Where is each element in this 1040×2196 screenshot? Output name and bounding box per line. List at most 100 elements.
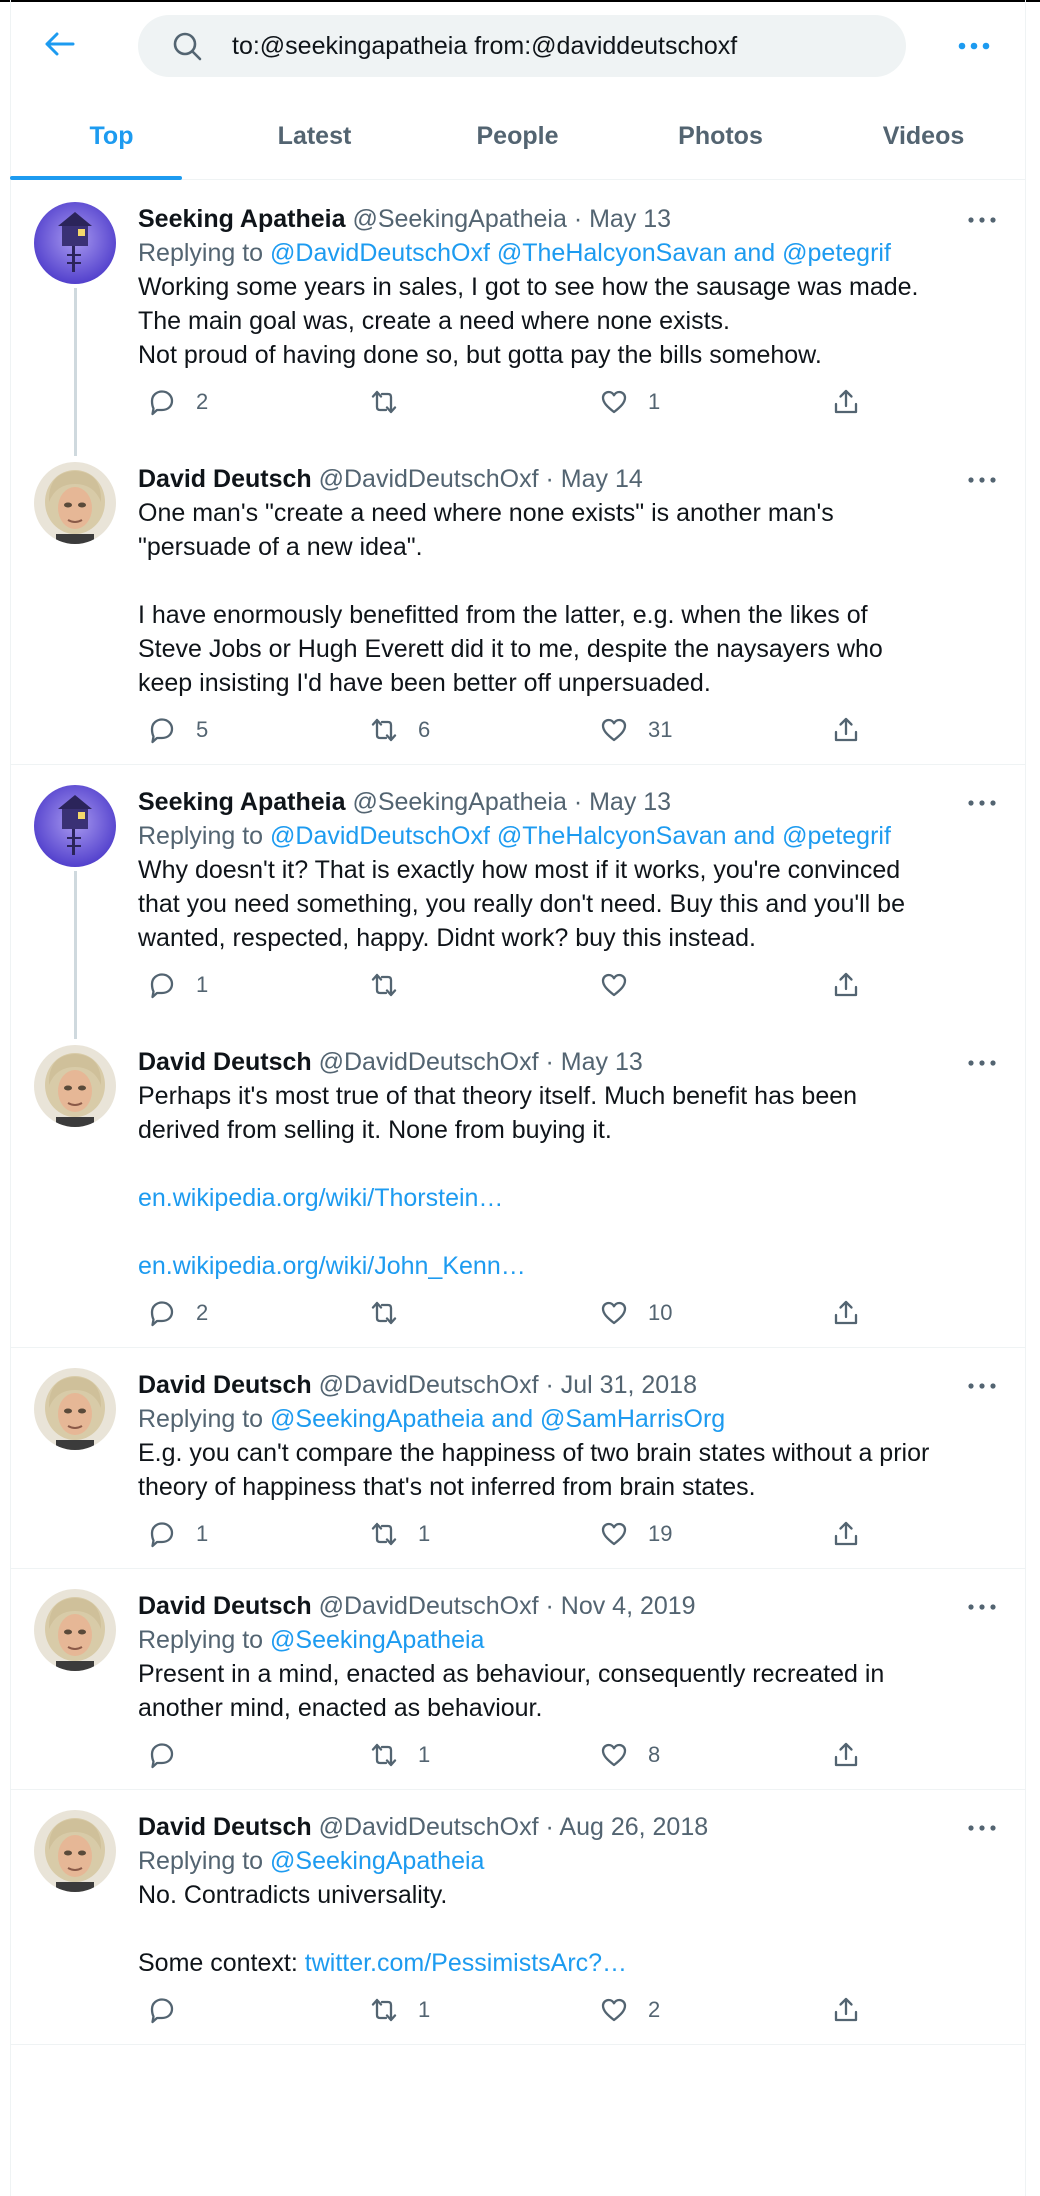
tweet-more-button[interactable] — [964, 791, 1000, 815]
tweet-more-button[interactable] — [964, 208, 1000, 232]
share-button[interactable] — [832, 710, 860, 750]
replying-to: Replying to @SeekingApatheia — [138, 1623, 986, 1657]
author-handle[interactable]: @SeekingApatheia — [352, 788, 566, 816]
like-button[interactable]: 8 — [600, 1735, 660, 1775]
back-button[interactable] — [40, 24, 80, 64]
retweet-button[interactable]: 1 — [370, 1735, 430, 1775]
share-button[interactable] — [832, 1293, 860, 1333]
tweet-text-line: No. Contradicts universality. — [138, 1881, 448, 1909]
author-handle[interactable]: @DavidDeutschOxf — [319, 1813, 539, 1841]
author-name[interactable]: Seeking Apatheia — [138, 205, 345, 233]
author-handle[interactable]: @DavidDeutschOxf — [319, 1048, 539, 1076]
reply-button[interactable]: 5 — [148, 710, 208, 750]
reply-button[interactable] — [148, 1735, 176, 1775]
heart-icon — [600, 1520, 628, 1548]
tweet-date[interactable]: May 13 — [589, 788, 671, 816]
thread-connector — [74, 871, 77, 1039]
tweet-actions: 12 — [138, 1990, 986, 2030]
share-button[interactable] — [832, 1990, 860, 2030]
retweet-icon — [370, 716, 398, 744]
replying-to-mentions[interactable]: @SeekingApatheia — [270, 1847, 484, 1875]
author-handle[interactable]: @DavidDeutschOxf — [319, 465, 539, 493]
tweet-text: Why doesn't it? That is exactly how most… — [138, 853, 986, 955]
author-name[interactable]: David Deutsch — [138, 465, 312, 493]
avatar[interactable] — [34, 462, 116, 544]
avatar[interactable] — [34, 1368, 116, 1450]
tweet-date[interactable]: May 13 — [561, 1048, 643, 1076]
avatar[interactable] — [34, 1810, 116, 1892]
more-options-button[interactable] — [952, 26, 996, 66]
tab-people[interactable]: People — [416, 104, 619, 179]
like-button[interactable]: 19 — [600, 1514, 672, 1554]
tweet-context: Some context: twitter.com/PessimistsArc?… — [138, 1946, 986, 1980]
tweet-more-button[interactable] — [964, 468, 1000, 492]
retweet-button[interactable] — [370, 1293, 398, 1333]
tweet-date[interactable]: Jul 31, 2018 — [561, 1371, 697, 1399]
tab-videos[interactable]: Videos — [822, 104, 1025, 179]
retweet-button[interactable] — [370, 382, 398, 422]
like-button[interactable]: 10 — [600, 1293, 672, 1333]
reply-button[interactable]: 2 — [148, 382, 208, 422]
share-button[interactable] — [832, 382, 860, 422]
tweet-date[interactable]: May 13 — [589, 205, 671, 233]
retweet-icon — [370, 1996, 398, 2024]
retweet-button[interactable]: 6 — [370, 710, 430, 750]
tab-top[interactable]: Top — [10, 104, 213, 180]
replying-to-mentions[interactable]: @DavidDeutschOxf @TheHalcyonSavan and @p… — [270, 239, 891, 267]
reply-button[interactable]: 2 — [148, 1293, 208, 1333]
tweet-text-line: Present in a mind, enacted as behaviour,… — [138, 1660, 885, 1688]
reply-count: 1 — [196, 1521, 209, 1546]
author-name[interactable]: David Deutsch — [138, 1592, 312, 1620]
tweet-header: Seeking Apatheia @SeekingApatheia · May … — [138, 785, 986, 819]
tweet-date[interactable]: May 14 — [561, 465, 643, 493]
tweet-date[interactable]: Aug 26, 2018 — [559, 1813, 708, 1841]
tweet-link[interactable]: en.wikipedia.org/wiki/Thorstein… — [138, 1181, 986, 1215]
tab-photos[interactable]: Photos — [619, 104, 822, 179]
tweet-more-button[interactable] — [964, 1595, 1000, 1619]
author-name[interactable]: David Deutsch — [138, 1048, 312, 1076]
share-button[interactable] — [832, 1735, 860, 1775]
replying-to-mentions[interactable]: @SeekingApatheia — [270, 1626, 484, 1654]
tweet-text-line: keep insisting I'd have been better off … — [138, 669, 711, 697]
search-input[interactable] — [232, 31, 872, 61]
retweet-button[interactable] — [370, 965, 398, 1005]
replying-to-mentions[interactable]: @SeekingApatheia and @SamHarrisOrg — [270, 1405, 725, 1433]
tweet-text-line: Working some years in sales, I got to se… — [138, 273, 919, 301]
replying-to-mentions[interactable]: @DavidDeutschOxf @TheHalcyonSavan and @p… — [270, 822, 891, 850]
reply-button[interactable] — [148, 1990, 176, 2030]
share-icon — [832, 1299, 860, 1327]
like-button[interactable]: 31 — [600, 710, 672, 750]
reply-button[interactable]: 1 — [148, 965, 208, 1005]
context-link[interactable]: twitter.com/PessimistsArc?… — [305, 1949, 627, 1977]
tweet-more-button[interactable] — [964, 1051, 1000, 1075]
avatar[interactable] — [34, 202, 116, 284]
reply-button[interactable]: 1 — [148, 1514, 208, 1554]
replying-to-label: Replying to — [138, 239, 264, 267]
like-button[interactable] — [600, 965, 628, 1005]
avatar[interactable] — [34, 1589, 116, 1671]
tweet-link[interactable]: en.wikipedia.org/wiki/John_Kenn… — [138, 1249, 986, 1283]
tweet-more-button[interactable] — [964, 1374, 1000, 1398]
author-handle[interactable]: @DavidDeutschOxf — [319, 1592, 539, 1620]
like-button[interactable]: 2 — [600, 1990, 660, 2030]
search-box[interactable] — [138, 15, 906, 77]
tab-latest[interactable]: Latest — [213, 104, 416, 179]
author-name[interactable]: Seeking Apatheia — [138, 788, 345, 816]
author-name[interactable]: David Deutsch — [138, 1371, 312, 1399]
author-handle[interactable]: @SeekingApatheia — [352, 205, 566, 233]
tweet: David Deutsch @DavidDeutschOxf · May 13 P… — [10, 1019, 1026, 1347]
retweet-button[interactable]: 1 — [370, 1514, 430, 1554]
retweet-button[interactable]: 1 — [370, 1990, 430, 2030]
separator: · — [545, 1592, 554, 1620]
author-handle[interactable]: @DavidDeutschOxf — [319, 1371, 539, 1399]
share-button[interactable] — [832, 1514, 860, 1554]
tweet-date[interactable]: Nov 4, 2019 — [561, 1592, 696, 1620]
tweet-more-button[interactable] — [964, 1816, 1000, 1840]
tweet-actions: 1 1 19 — [138, 1514, 986, 1554]
avatar[interactable] — [34, 785, 116, 867]
author-name[interactable]: David Deutsch — [138, 1813, 312, 1841]
tweet: Seeking Apatheia @SeekingApatheia · May … — [10, 765, 1026, 1019]
avatar[interactable] — [34, 1045, 116, 1127]
like-button[interactable]: 1 — [600, 382, 660, 422]
share-button[interactable] — [832, 965, 860, 1005]
